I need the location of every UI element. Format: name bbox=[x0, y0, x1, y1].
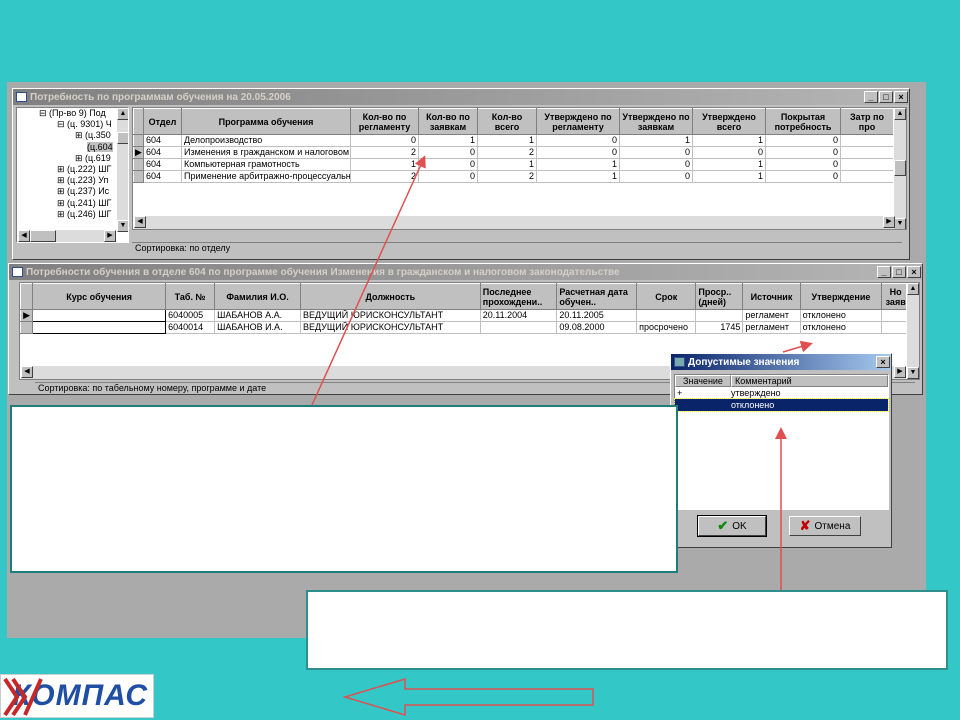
arrow-to-approval-column bbox=[782, 340, 813, 353]
kompas-logo: КОМПАС bbox=[0, 674, 154, 718]
logo-emblem-icon bbox=[3, 677, 43, 717]
arrow-to-requests-column bbox=[311, 155, 426, 406]
back-arrow-icon bbox=[342, 677, 594, 717]
annotation-arrows bbox=[311, 155, 813, 717]
